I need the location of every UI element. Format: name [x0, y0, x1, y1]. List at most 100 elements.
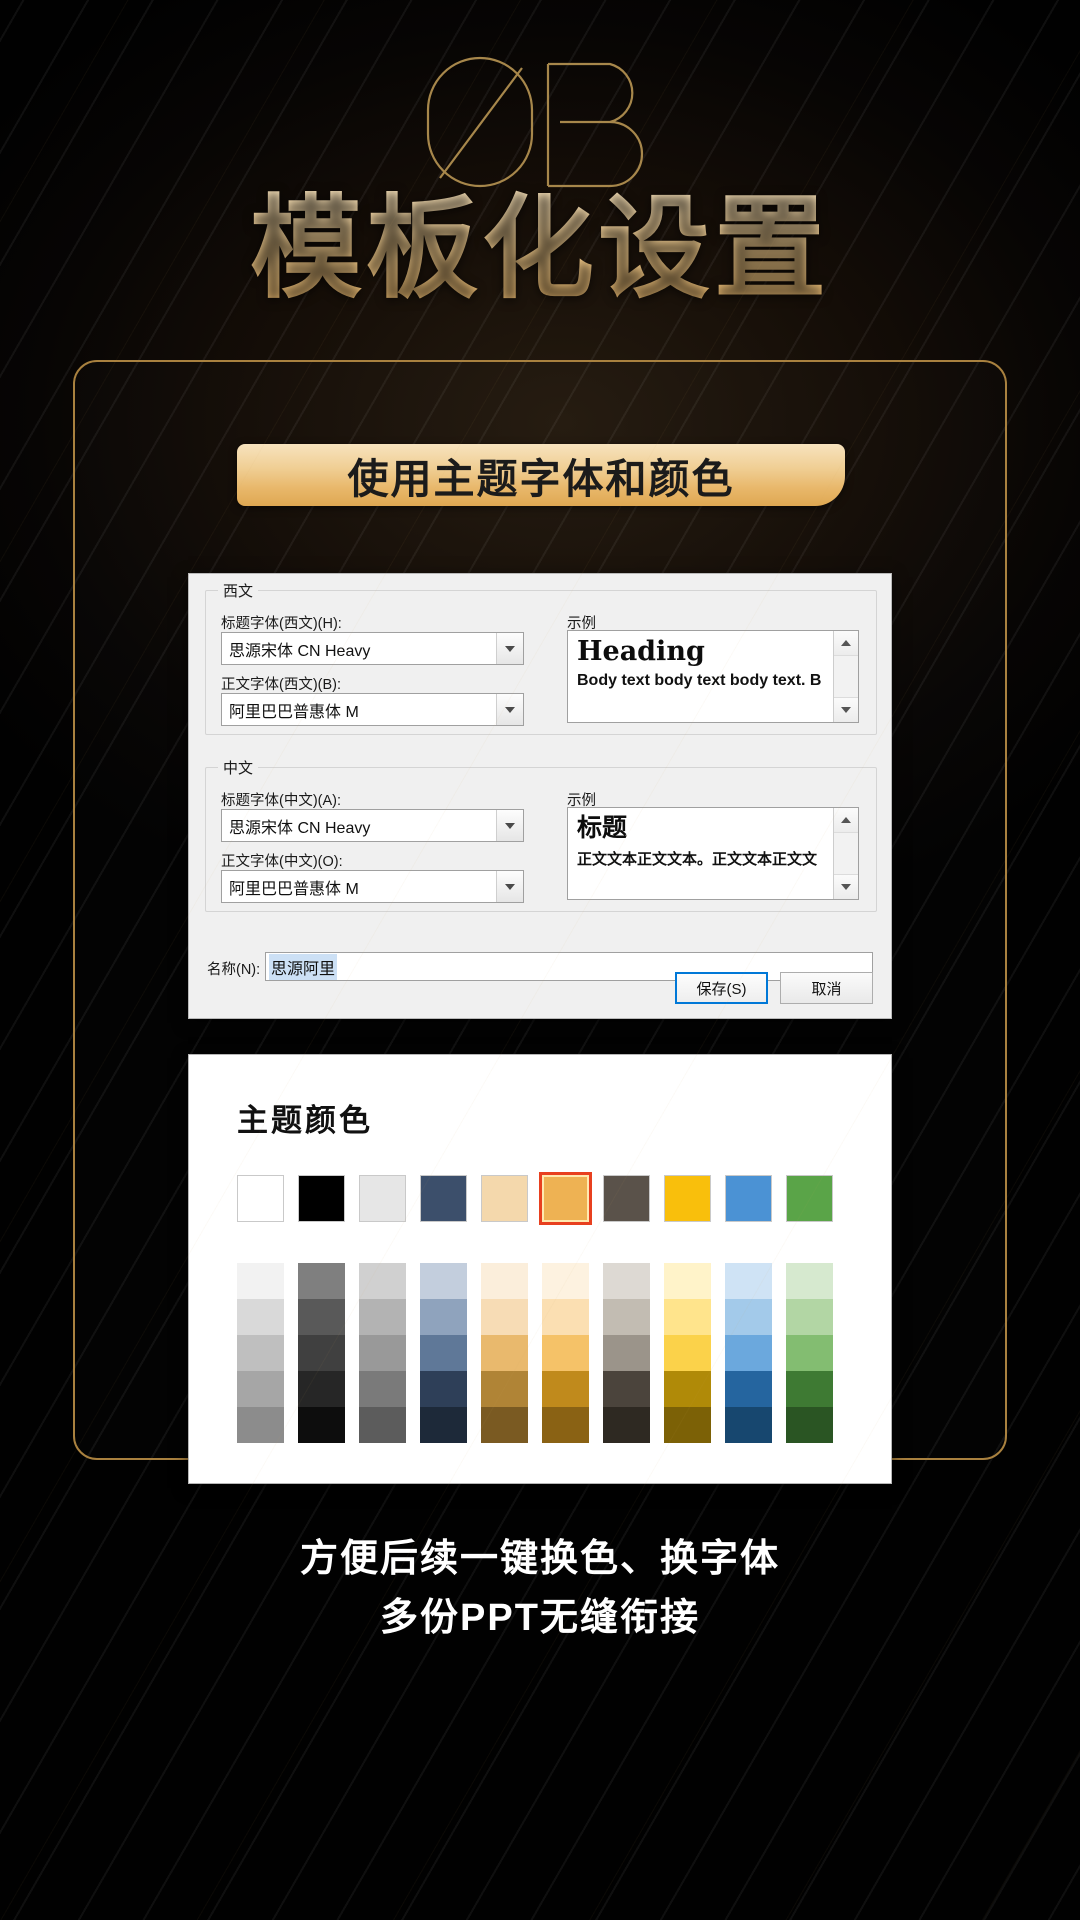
scroll-up-icon[interactable] — [834, 808, 858, 833]
western-heading-font-label: 标题字体(西文)(H): — [221, 616, 342, 632]
theme-color-tint-swatch[interactable] — [420, 1335, 467, 1371]
theme-color-tint-swatch[interactable] — [725, 1407, 772, 1443]
theme-color-tint-column — [725, 1263, 772, 1443]
western-heading-font-combo[interactable]: 思源宋体 CN Heavy — [221, 632, 524, 665]
theme-color-tint-swatch[interactable] — [603, 1371, 650, 1407]
theme-name-label: 名称(N): — [207, 962, 261, 978]
chinese-sample-heading: 标题 — [577, 813, 628, 842]
theme-color-tint-swatch[interactable] — [603, 1263, 650, 1299]
theme-color-tint-swatch[interactable] — [481, 1263, 528, 1299]
theme-color-tint-swatch[interactable] — [542, 1335, 589, 1371]
save-button[interactable]: 保存(S) — [675, 972, 768, 1004]
theme-color-swatch[interactable] — [298, 1175, 345, 1222]
theme-color-tint-column — [603, 1263, 650, 1443]
theme-color-tint-swatch[interactable] — [786, 1299, 833, 1335]
theme-color-tint-swatch[interactable] — [420, 1299, 467, 1335]
theme-color-swatch[interactable] — [603, 1175, 650, 1222]
western-sample-scrollbar[interactable] — [833, 631, 858, 722]
theme-color-tint-swatch[interactable] — [725, 1371, 772, 1407]
western-body-font-value: 阿里巴巴普惠体 M — [229, 703, 359, 721]
theme-color-tint-swatch[interactable] — [420, 1371, 467, 1407]
theme-color-tint-swatch[interactable] — [603, 1407, 650, 1443]
theme-color-tint-swatch[interactable] — [542, 1407, 589, 1443]
theme-color-tint-swatch[interactable] — [664, 1299, 711, 1335]
cancel-button[interactable]: 取消 — [780, 972, 873, 1004]
western-body-font-label: 正文字体(西文)(B): — [221, 677, 342, 693]
theme-color-tint-swatch[interactable] — [237, 1299, 284, 1335]
theme-color-swatch[interactable] — [359, 1175, 406, 1222]
theme-color-swatch[interactable] — [725, 1175, 772, 1222]
theme-color-swatch[interactable] — [664, 1175, 711, 1222]
theme-color-tint-swatch[interactable] — [420, 1407, 467, 1443]
footer-caption-line2: 多份PPT无缝衔接 — [380, 1596, 700, 1639]
theme-color-tint-column — [481, 1263, 528, 1443]
scroll-down-icon[interactable] — [834, 697, 858, 722]
chinese-heading-font-value: 思源宋体 CN Heavy — [229, 819, 371, 837]
theme-color-tint-swatch[interactable] — [664, 1407, 711, 1443]
theme-color-tint-column — [420, 1263, 467, 1443]
theme-color-tint-column — [786, 1263, 833, 1443]
theme-color-tint-swatch[interactable] — [481, 1371, 528, 1407]
chinese-heading-font-combo[interactable]: 思源宋体 CN Heavy — [221, 809, 524, 842]
chinese-sample-body: 正文文本正文文本。正文文本正文文 — [577, 850, 818, 868]
scroll-up-icon[interactable] — [834, 631, 858, 656]
theme-color-tint-swatch[interactable] — [786, 1335, 833, 1371]
theme-color-tint-swatch[interactable] — [664, 1371, 711, 1407]
theme-color-tint-swatch[interactable] — [298, 1407, 345, 1443]
western-sample-heading: Heading — [577, 636, 705, 667]
theme-color-tint-swatch[interactable] — [237, 1371, 284, 1407]
theme-color-tint-swatch[interactable] — [542, 1299, 589, 1335]
western-body-font-combo[interactable]: 阿里巴巴普惠体 M — [221, 693, 524, 726]
theme-color-tint-column — [664, 1263, 711, 1443]
theme-color-tint-swatch[interactable] — [603, 1335, 650, 1371]
theme-color-tint-swatch[interactable] — [359, 1335, 406, 1371]
chinese-heading-font-label: 标题字体(中文)(A): — [221, 793, 342, 809]
chinese-body-font-combo[interactable]: 阿里巴巴普惠体 M — [221, 870, 524, 903]
theme-color-tint-swatch[interactable] — [786, 1263, 833, 1299]
theme-color-tint-column — [359, 1263, 406, 1443]
theme-color-tint-swatch[interactable] — [298, 1335, 345, 1371]
theme-color-tint-swatch[interactable] — [359, 1407, 406, 1443]
theme-color-tint-swatch[interactable] — [359, 1299, 406, 1335]
theme-color-swatch[interactable] — [539, 1172, 592, 1225]
theme-color-tint-column — [298, 1263, 345, 1443]
theme-name-value: 思源阿里 — [269, 953, 338, 980]
theme-color-tint-swatch[interactable] — [664, 1263, 711, 1299]
theme-color-tint-swatch[interactable] — [481, 1407, 528, 1443]
theme-color-swatch[interactable] — [481, 1175, 528, 1222]
chevron-down-icon[interactable] — [496, 810, 523, 841]
theme-color-tint-swatch[interactable] — [359, 1371, 406, 1407]
theme-color-tint-swatch[interactable] — [481, 1335, 528, 1371]
theme-color-swatch[interactable] — [420, 1175, 467, 1222]
theme-color-tint-swatch[interactable] — [298, 1371, 345, 1407]
theme-color-tint-swatch[interactable] — [725, 1299, 772, 1335]
chinese-body-font-value: 阿里巴巴普惠体 M — [229, 880, 359, 898]
theme-color-tint-swatch[interactable] — [420, 1263, 467, 1299]
theme-color-swatch[interactable] — [237, 1175, 284, 1222]
theme-color-tint-swatch[interactable] — [298, 1299, 345, 1335]
chevron-down-icon[interactable] — [496, 633, 523, 664]
scroll-down-icon[interactable] — [834, 874, 858, 899]
theme-color-tint-swatch[interactable] — [481, 1299, 528, 1335]
western-fonts-legend: 西文 — [218, 580, 259, 601]
create-theme-fonts-dialog: 西文 标题字体(西文)(H): 思源宋体 CN Heavy 正文字体(西文)(B… — [188, 573, 892, 1019]
theme-color-tint-swatch[interactable] — [725, 1263, 772, 1299]
chevron-down-icon[interactable] — [496, 871, 523, 902]
theme-color-swatch[interactable] — [786, 1175, 833, 1222]
theme-color-tint-swatch[interactable] — [725, 1335, 772, 1371]
chinese-sample-scrollbar[interactable] — [833, 808, 858, 899]
theme-color-tint-swatch[interactable] — [542, 1263, 589, 1299]
theme-color-tint-swatch[interactable] — [786, 1407, 833, 1443]
theme-color-tint-swatch[interactable] — [237, 1263, 284, 1299]
theme-color-tint-swatch[interactable] — [786, 1371, 833, 1407]
theme-color-tint-swatch[interactable] — [237, 1335, 284, 1371]
theme-color-tint-swatch[interactable] — [542, 1371, 589, 1407]
theme-color-tint-swatch[interactable] — [359, 1263, 406, 1299]
theme-color-tint-swatch[interactable] — [664, 1335, 711, 1371]
theme-color-tint-swatch[interactable] — [298, 1263, 345, 1299]
footer-caption: 方便后续一键换色、换字体 多份PPT无缝衔接 — [0, 1530, 1080, 1648]
theme-color-tint-swatch[interactable] — [603, 1299, 650, 1335]
poster-page: 模板化设置 使用主题字体和颜色 西文 标题字体(西文)(H): 思源宋体 CN … — [0, 0, 1080, 1920]
chevron-down-icon[interactable] — [496, 694, 523, 725]
theme-color-tint-swatch[interactable] — [237, 1407, 284, 1443]
